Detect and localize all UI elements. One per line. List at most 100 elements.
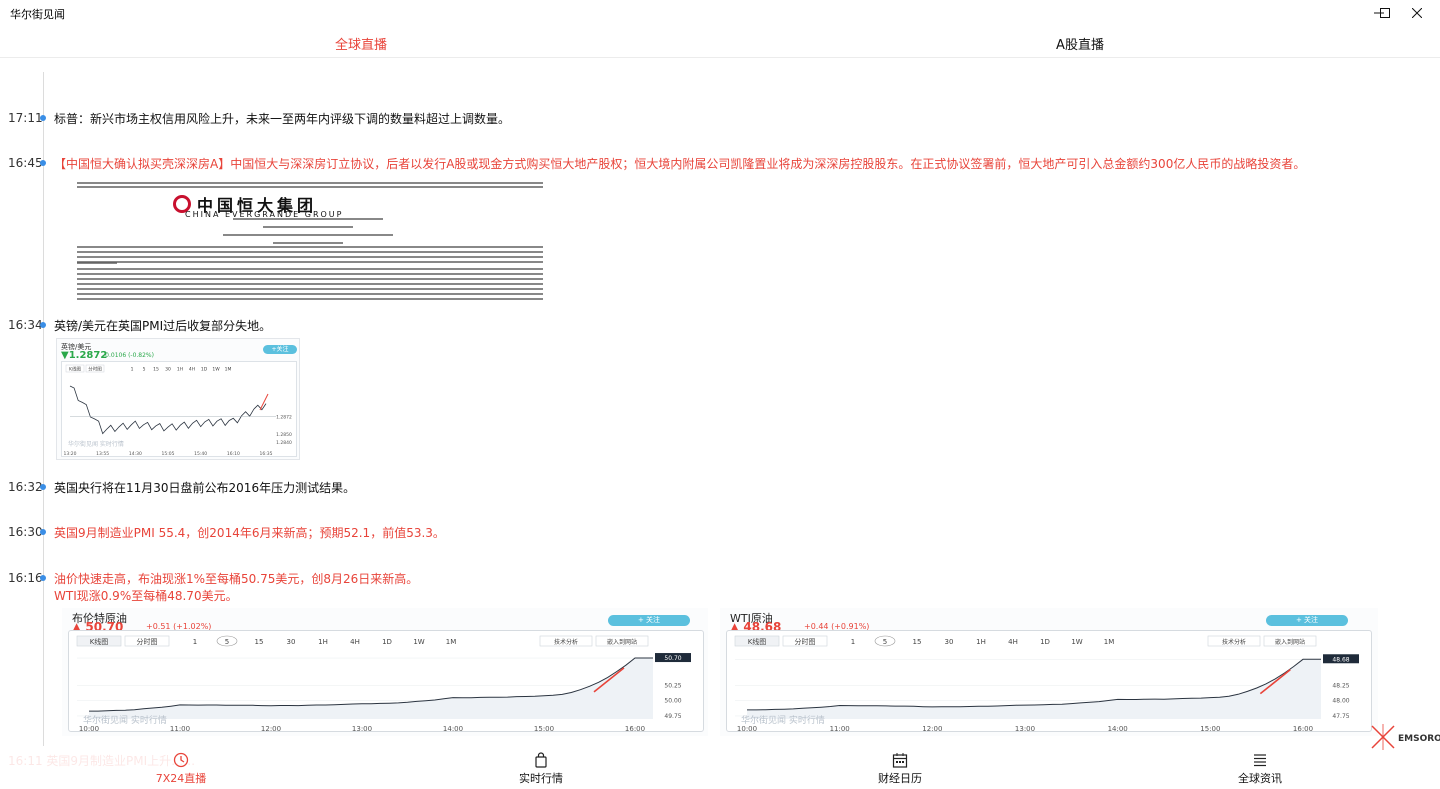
nav-7x24-live[interactable]: 7X24直播 — [131, 752, 231, 786]
timeline-dot — [40, 484, 46, 490]
fx-watermark: 华尔街见闻 实时行情 — [68, 440, 124, 448]
feed-text: 英镑/美元在英国PMI过后收复部分失地。 — [54, 319, 272, 333]
fx-interval: 1H — [177, 367, 183, 373]
y-tick-label: 49.75 — [664, 713, 681, 720]
fx-follow-button[interactable]: +关注 — [263, 345, 297, 354]
doc-text-line — [77, 182, 543, 184]
fx-annotation-arrow — [259, 393, 269, 411]
chart-tool: 技术分析 — [554, 638, 578, 646]
chart-interval: 15 — [255, 638, 264, 646]
fx-y-tick: 1.2872 — [276, 414, 292, 420]
fx-x-tick: 13:20 — [64, 451, 77, 457]
chart-tool: 嵌入到网站 — [607, 638, 637, 646]
wti-chart-card[interactable]: WTI原油 ▲ 48.68 +0.44 (+0.91%) + 关注 K线图 分时图… — [720, 608, 1378, 736]
fx-price: ▼1.2872 — [61, 350, 108, 361]
nav-global-news[interactable]: 全球资讯 — [1210, 752, 1310, 786]
fx-x-tick: 15:40 — [194, 451, 207, 457]
announcement-image[interactable]: 中国恒大集团 CHINA EVERGRANDE GROUP — [73, 180, 547, 304]
x-tick-label: 12:00 — [261, 725, 281, 733]
timeline-dot — [40, 322, 46, 328]
brent-chart-card[interactable]: 布伦特原油 ▲ 50.70 +0.51 (+1.02%) + 关注 K线图 分时图… — [62, 608, 708, 736]
oil-chart-panel: K线图 分时图 1 5 15 30 1H 4H 1D 1W 1M 技术分析 嵌入到网站 48.68 48.2… — [726, 630, 1372, 733]
fx-x-tick: 14:30 — [129, 451, 142, 457]
oil-line-chart: K线图 分时图 1 5 15 30 1H 4H 1D 1W 1M 技术分析 嵌入到网站48.6848.2… — [734, 635, 1359, 733]
y-tick-label: 50.25 — [664, 682, 681, 689]
timeline-line — [43, 72, 44, 746]
chart-interval: 30 — [945, 638, 954, 646]
y-tick-label: 50.00 — [664, 698, 681, 705]
fx-tab: 分时图 — [88, 366, 102, 373]
fx-x-tick: 13:55 — [96, 451, 109, 457]
close-icon — [1412, 8, 1422, 18]
timeline-dot — [40, 160, 46, 166]
x-tick-label: 13:00 — [1015, 725, 1035, 733]
fx-x-tick: 16:35 — [260, 451, 273, 457]
calendar-icon — [892, 753, 908, 768]
x-tick-label: 10:00 — [737, 725, 757, 733]
chart-interval: 4H — [1008, 638, 1018, 646]
nav-label: 实时行情 — [519, 772, 563, 785]
doc-text-line — [77, 251, 543, 253]
chart-interval: 4H — [350, 638, 360, 646]
chart-interval: 30 — [287, 638, 296, 646]
emsoro-logo-icon — [1371, 724, 1395, 750]
x-tick-label: 13:00 — [352, 725, 372, 733]
timeline-dot — [40, 575, 46, 581]
chart-tool: 嵌入到网站 — [1275, 638, 1305, 646]
fx-x-tick: 15:05 — [162, 451, 175, 457]
window-title: 华尔街见闻 — [10, 8, 65, 21]
live-tabs: 全球直播 A股直播 — [0, 26, 1440, 58]
chart-tab: 分时图 — [137, 637, 158, 646]
y-tick-label: 50.70 — [664, 655, 681, 662]
tab-global-live[interactable]: 全球直播 — [335, 34, 387, 53]
feed-time: 16:45 — [8, 156, 43, 170]
bag-icon — [535, 752, 547, 768]
x-tick-label: 12:00 — [922, 725, 942, 733]
chart-interval: 1H — [318, 638, 328, 646]
tab-a-share-live[interactable]: A股直播 — [1056, 34, 1104, 53]
x-tick-label: 16:00 — [625, 725, 645, 733]
fx-tab: K线图 — [69, 366, 81, 373]
fx-price-line — [69, 385, 267, 435]
fx-interval: 5 — [143, 367, 146, 373]
fx-line-chart: K线图 分时图 1 5 15 30 1H 4H 1D 1W 1M1.28721.28501.2840… — [64, 364, 292, 457]
timeline-dot — [40, 115, 46, 121]
gbpusd-chart-card[interactable]: 英镑/美元 ▼1.2872 -0.0106 (-0.82%) +关注 K线图 分时… — [56, 338, 300, 460]
fx-x-tick: 16:10 — [227, 451, 240, 457]
doc-text-line — [77, 246, 543, 248]
y-tick-label: 47.75 — [1332, 713, 1349, 720]
fx-interval: 15 — [153, 367, 159, 373]
clock-icon — [173, 752, 189, 768]
oil-follow-button[interactable]: + 关注 — [608, 615, 690, 626]
chart-tab: K线图 — [748, 637, 767, 646]
x-tick-label: 14:00 — [1108, 725, 1128, 733]
chart-watermark: 华尔街见闻 实时行情 — [83, 714, 167, 726]
chart-interval: 5 — [225, 638, 229, 646]
doc-text-line — [77, 293, 543, 295]
feed-time: 16:32 — [8, 480, 43, 494]
nav-finance-calendar[interactable]: 财经日历 — [850, 752, 950, 786]
x-tick-label: 11:00 — [830, 725, 850, 733]
timeline-dot — [40, 529, 46, 535]
feed-text: 英国央行将在11月30日盘前公布2016年压力测试结果。 — [54, 481, 356, 495]
oil-follow-button[interactable]: + 关注 — [1266, 615, 1348, 626]
maximize-icon — [1380, 8, 1390, 18]
fx-interval: 4H — [189, 367, 195, 373]
chart-interval: 1D — [382, 638, 392, 646]
feed-text: 英国9月制造业PMI 55.4，创2014年6月来新高；预期52.1，前值53.… — [54, 526, 445, 540]
fx-chart-panel: K线图 分时图 1 5 15 30 1H 4H 1D 1W 1M 1.2872 1.2850 1.2840… — [61, 361, 297, 457]
nav-market-quotes[interactable]: 实时行情 — [491, 752, 591, 786]
chart-interval: 1D — [1040, 638, 1050, 646]
area-fill — [747, 659, 1321, 719]
fx-y-tick: 1.2850 — [276, 432, 292, 438]
chart-interval: 1M — [446, 638, 457, 646]
chart-tool: 技术分析 — [1222, 638, 1246, 646]
chart-tab: K线图 — [90, 637, 109, 646]
title-bar: 华尔街见闻 — [0, 0, 1440, 26]
doc-text-line — [77, 268, 543, 270]
doc-text-line — [77, 298, 543, 300]
nav-label: 全球资讯 — [1238, 772, 1282, 785]
doc-text-line — [77, 262, 117, 264]
close-button[interactable] — [1394, 0, 1440, 26]
x-tick-label: 10:00 — [79, 725, 99, 733]
